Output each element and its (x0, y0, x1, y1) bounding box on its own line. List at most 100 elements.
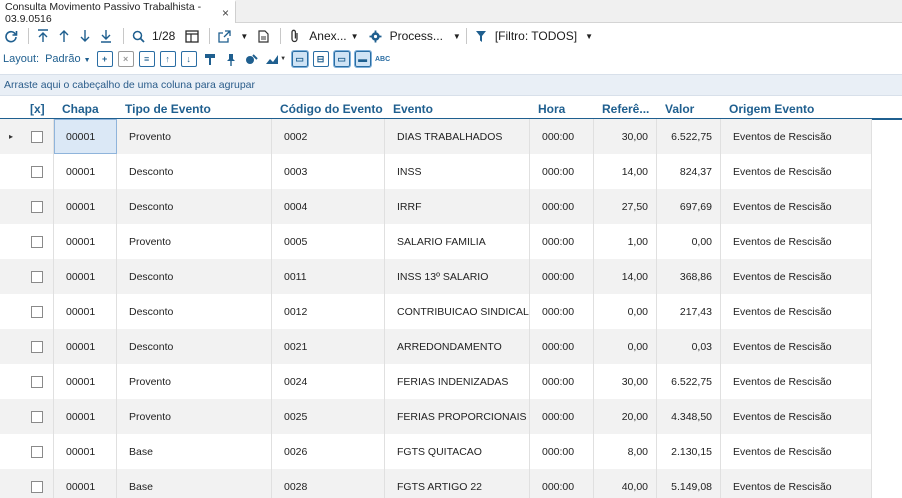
cell-chapa[interactable]: 00001 (54, 154, 117, 189)
cell-chapa[interactable]: 00001 (54, 399, 117, 434)
last-record-icon[interactable] (97, 26, 115, 46)
cell-origem[interactable]: Eventos de Rescisão (721, 434, 872, 469)
abc-icon[interactable]: ABC (375, 51, 390, 67)
cell-hora[interactable]: 000:00 (530, 119, 594, 154)
cell-referencia[interactable]: 1,00 (594, 224, 657, 259)
edit-row-icon[interactable]: ≡ (138, 51, 155, 67)
cell-codigo[interactable]: 0025 (272, 399, 385, 434)
cell-codigo[interactable]: 0021 (272, 329, 385, 364)
pin-icon[interactable] (223, 51, 239, 67)
cell-origem[interactable]: Eventos de Rescisão (721, 294, 872, 329)
search-icon[interactable] (129, 26, 147, 46)
cell-codigo[interactable]: 0026 (272, 434, 385, 469)
row-checkbox[interactable] (31, 200, 43, 213)
cell-tipo[interactable]: Base (117, 434, 272, 469)
processos-button[interactable]: Process... (390, 29, 443, 43)
cell-hora[interactable]: 000:00 (530, 434, 594, 469)
current-row-indicator-icon[interactable]: ▸ (0, 119, 22, 154)
cell-codigo[interactable]: 0002 (272, 119, 385, 154)
table-row[interactable]: 00001 Desconto 0004 IRRF 000:00 27,50 697,69 Ev… (0, 189, 872, 224)
view-form-icon[interactable]: ▭ (332, 50, 351, 68)
anexos-button[interactable]: Anex... (309, 29, 346, 43)
view-detail-icon[interactable]: ▭ (290, 50, 309, 68)
columns-icon[interactable] (183, 26, 201, 46)
cell-evento[interactable]: FGTS ARTIGO 22 (385, 469, 530, 498)
column-header-codigo[interactable]: Código do Evento (272, 100, 385, 118)
cell-valor[interactable]: 4.348,50 (657, 399, 721, 434)
cell-referencia[interactable]: 30,00 (594, 364, 657, 399)
export-icon[interactable] (215, 26, 233, 46)
column-header-origem[interactable]: Origem Evento (721, 100, 872, 118)
cell-chapa[interactable]: 00001 (54, 119, 117, 154)
view-grid-icon[interactable]: ▬ (353, 50, 372, 68)
cell-codigo[interactable]: 0028 (272, 469, 385, 498)
cell-referencia[interactable]: 8,00 (594, 434, 657, 469)
cell-codigo[interactable]: 0005 (272, 224, 385, 259)
cell-tipo[interactable]: Provento (117, 364, 272, 399)
cell-referencia[interactable]: 40,00 (594, 469, 657, 498)
cell-origem[interactable]: Eventos de Rescisão (721, 329, 872, 364)
cell-referencia[interactable]: 30,00 (594, 119, 657, 154)
gear-icon[interactable] (367, 26, 385, 46)
row-indicator[interactable] (0, 434, 22, 469)
filter-button[interactable]: [Filtro: TODOS] (495, 29, 577, 43)
cell-origem[interactable]: Eventos de Rescisão (721, 469, 872, 498)
row-indicator[interactable] (0, 294, 22, 329)
row-checkbox[interactable] (31, 410, 43, 423)
cell-tipo[interactable]: Desconto (117, 329, 272, 364)
cell-codigo[interactable]: 0024 (272, 364, 385, 399)
cell-evento[interactable]: DIAS TRABALHADOS (385, 119, 530, 154)
cell-evento[interactable]: SALARIO FAMILIA (385, 224, 530, 259)
cell-valor[interactable]: 6.522,75 (657, 364, 721, 399)
column-header-chapa[interactable]: Chapa (54, 100, 117, 118)
cell-evento[interactable]: FERIAS PROPORCIONAIS (385, 399, 530, 434)
row-checkbox[interactable] (31, 445, 43, 458)
tab-consulta-movimento[interactable]: Consulta Movimento Passivo Trabalhista -… (0, 0, 236, 25)
cell-tipo[interactable]: Desconto (117, 189, 272, 224)
column-header-evento[interactable]: Evento (385, 100, 530, 118)
cell-referencia[interactable]: 0,00 (594, 329, 657, 364)
cell-origem[interactable]: Eventos de Rescisão (721, 119, 872, 154)
cell-referencia[interactable]: 0,00 (594, 294, 657, 329)
cell-evento[interactable]: FERIAS INDENIZADAS (385, 364, 530, 399)
row-checkbox[interactable] (31, 340, 43, 353)
table-row[interactable]: 00001 Base 0026 FGTS QUITACAO 000:00 8,00 2.13… (0, 434, 872, 469)
paperclip-icon[interactable] (286, 26, 304, 46)
cell-codigo[interactable]: 0012 (272, 294, 385, 329)
filter-icon[interactable] (472, 26, 490, 46)
cell-tipo[interactable]: Desconto (117, 154, 272, 189)
cell-tipo[interactable]: Provento (117, 224, 272, 259)
cell-chapa[interactable]: 00001 (54, 189, 117, 224)
table-row[interactable]: 00001 Base 0028 FGTS ARTIGO 22 000:00 40,00 5.… (0, 469, 872, 498)
cell-valor[interactable]: 0,00 (657, 224, 721, 259)
cell-evento[interactable]: CONTRIBUICAO SINDICAL (385, 294, 530, 329)
column-header-valor[interactable]: Valor (657, 100, 721, 118)
table-row[interactable]: 00001 Provento 0005 SALARIO FAMILIA 000:00 1,… (0, 224, 872, 259)
view-split-icon[interactable]: ⊟ (312, 51, 329, 67)
table-row[interactable]: 00001 Provento 0025 FERIAS PROPORCIONAIS 000… (0, 399, 872, 434)
table-row[interactable]: 00001 Desconto 0021 ARREDONDAMENTO 000:00 0,0… (0, 329, 872, 364)
document-icon[interactable] (254, 26, 272, 46)
column-header-hora[interactable]: Hora (530, 100, 594, 118)
cell-evento[interactable]: INSS 13º SALARIO (385, 259, 530, 294)
cell-referencia[interactable]: 14,00 (594, 154, 657, 189)
layout-select[interactable]: Padrão ▼ (45, 53, 90, 65)
cell-valor[interactable]: 697,69 (657, 189, 721, 224)
row-indicator[interactable] (0, 399, 22, 434)
paint-icon[interactable] (202, 51, 218, 67)
cell-origem[interactable]: Eventos de Rescisão (721, 224, 872, 259)
cell-origem[interactable]: Eventos de Rescisão (721, 399, 872, 434)
cell-origem[interactable]: Eventos de Rescisão (721, 154, 872, 189)
cell-hora[interactable]: 000:00 (530, 399, 594, 434)
cell-chapa[interactable]: 00001 (54, 224, 117, 259)
cell-hora[interactable]: 000:00 (530, 224, 594, 259)
table-row[interactable]: 00001 Desconto 0012 CONTRIBUICAO SINDICAL 00… (0, 294, 872, 329)
cell-valor[interactable]: 368,86 (657, 259, 721, 294)
cell-referencia[interactable]: 20,00 (594, 399, 657, 434)
delete-row-icon[interactable]: × (117, 51, 134, 67)
group-by-panel[interactable]: Arraste aqui o cabeçalho de uma coluna p… (0, 74, 902, 96)
row-checkbox[interactable] (31, 165, 43, 178)
column-header-referencia[interactable]: Referê... (594, 100, 657, 118)
cell-hora[interactable]: 000:00 (530, 259, 594, 294)
cell-hora[interactable]: 000:00 (530, 469, 594, 498)
